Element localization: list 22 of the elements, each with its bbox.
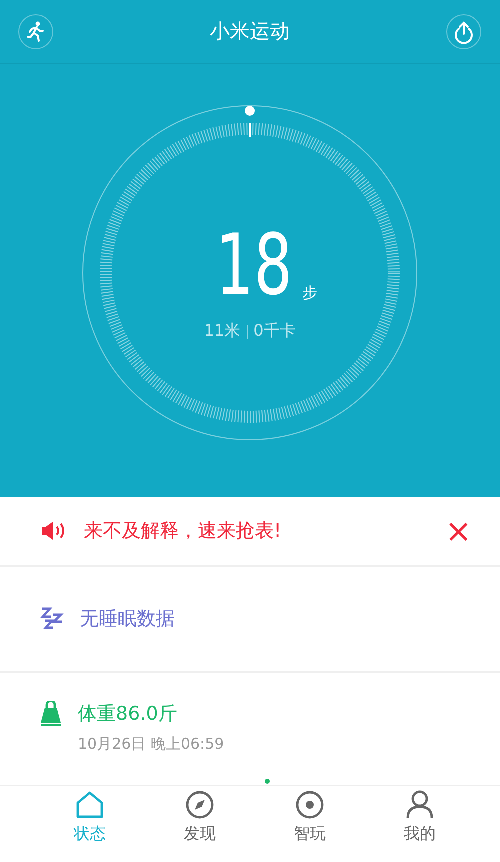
target-icon <box>295 790 325 820</box>
record-time: 10月26日 晚上06:59 <box>78 735 226 754</box>
step-count: 18 <box>216 223 293 307</box>
upload-icon[interactable] <box>446 14 482 50</box>
card-title: 无睡眠数据 <box>80 607 176 632</box>
app-title: 小米运动 <box>210 18 290 45</box>
calories-value: 0千卡 <box>254 321 296 342</box>
nav-tab[interactable]: 智玩 <box>280 786 340 862</box>
card-title: 来不及解释，速来抢表! <box>84 519 283 544</box>
running-icon[interactable] <box>18 14 54 50</box>
nav-tab[interactable]: 我的 <box>390 786 450 862</box>
close-button[interactable]: × <box>445 515 472 547</box>
card-title: 体重86.0斤 <box>78 702 178 727</box>
compass-icon <box>185 790 215 820</box>
distance-value: 11米 <box>204 321 241 342</box>
home-icon <box>75 790 105 820</box>
weight-icon <box>40 701 62 727</box>
pager-dot <box>264 779 270 784</box>
person-icon <box>405 790 435 820</box>
sleep-icon <box>40 607 64 631</box>
step-unit: 步 <box>302 284 318 303</box>
nav-tab[interactable]: 发现 <box>170 786 230 862</box>
